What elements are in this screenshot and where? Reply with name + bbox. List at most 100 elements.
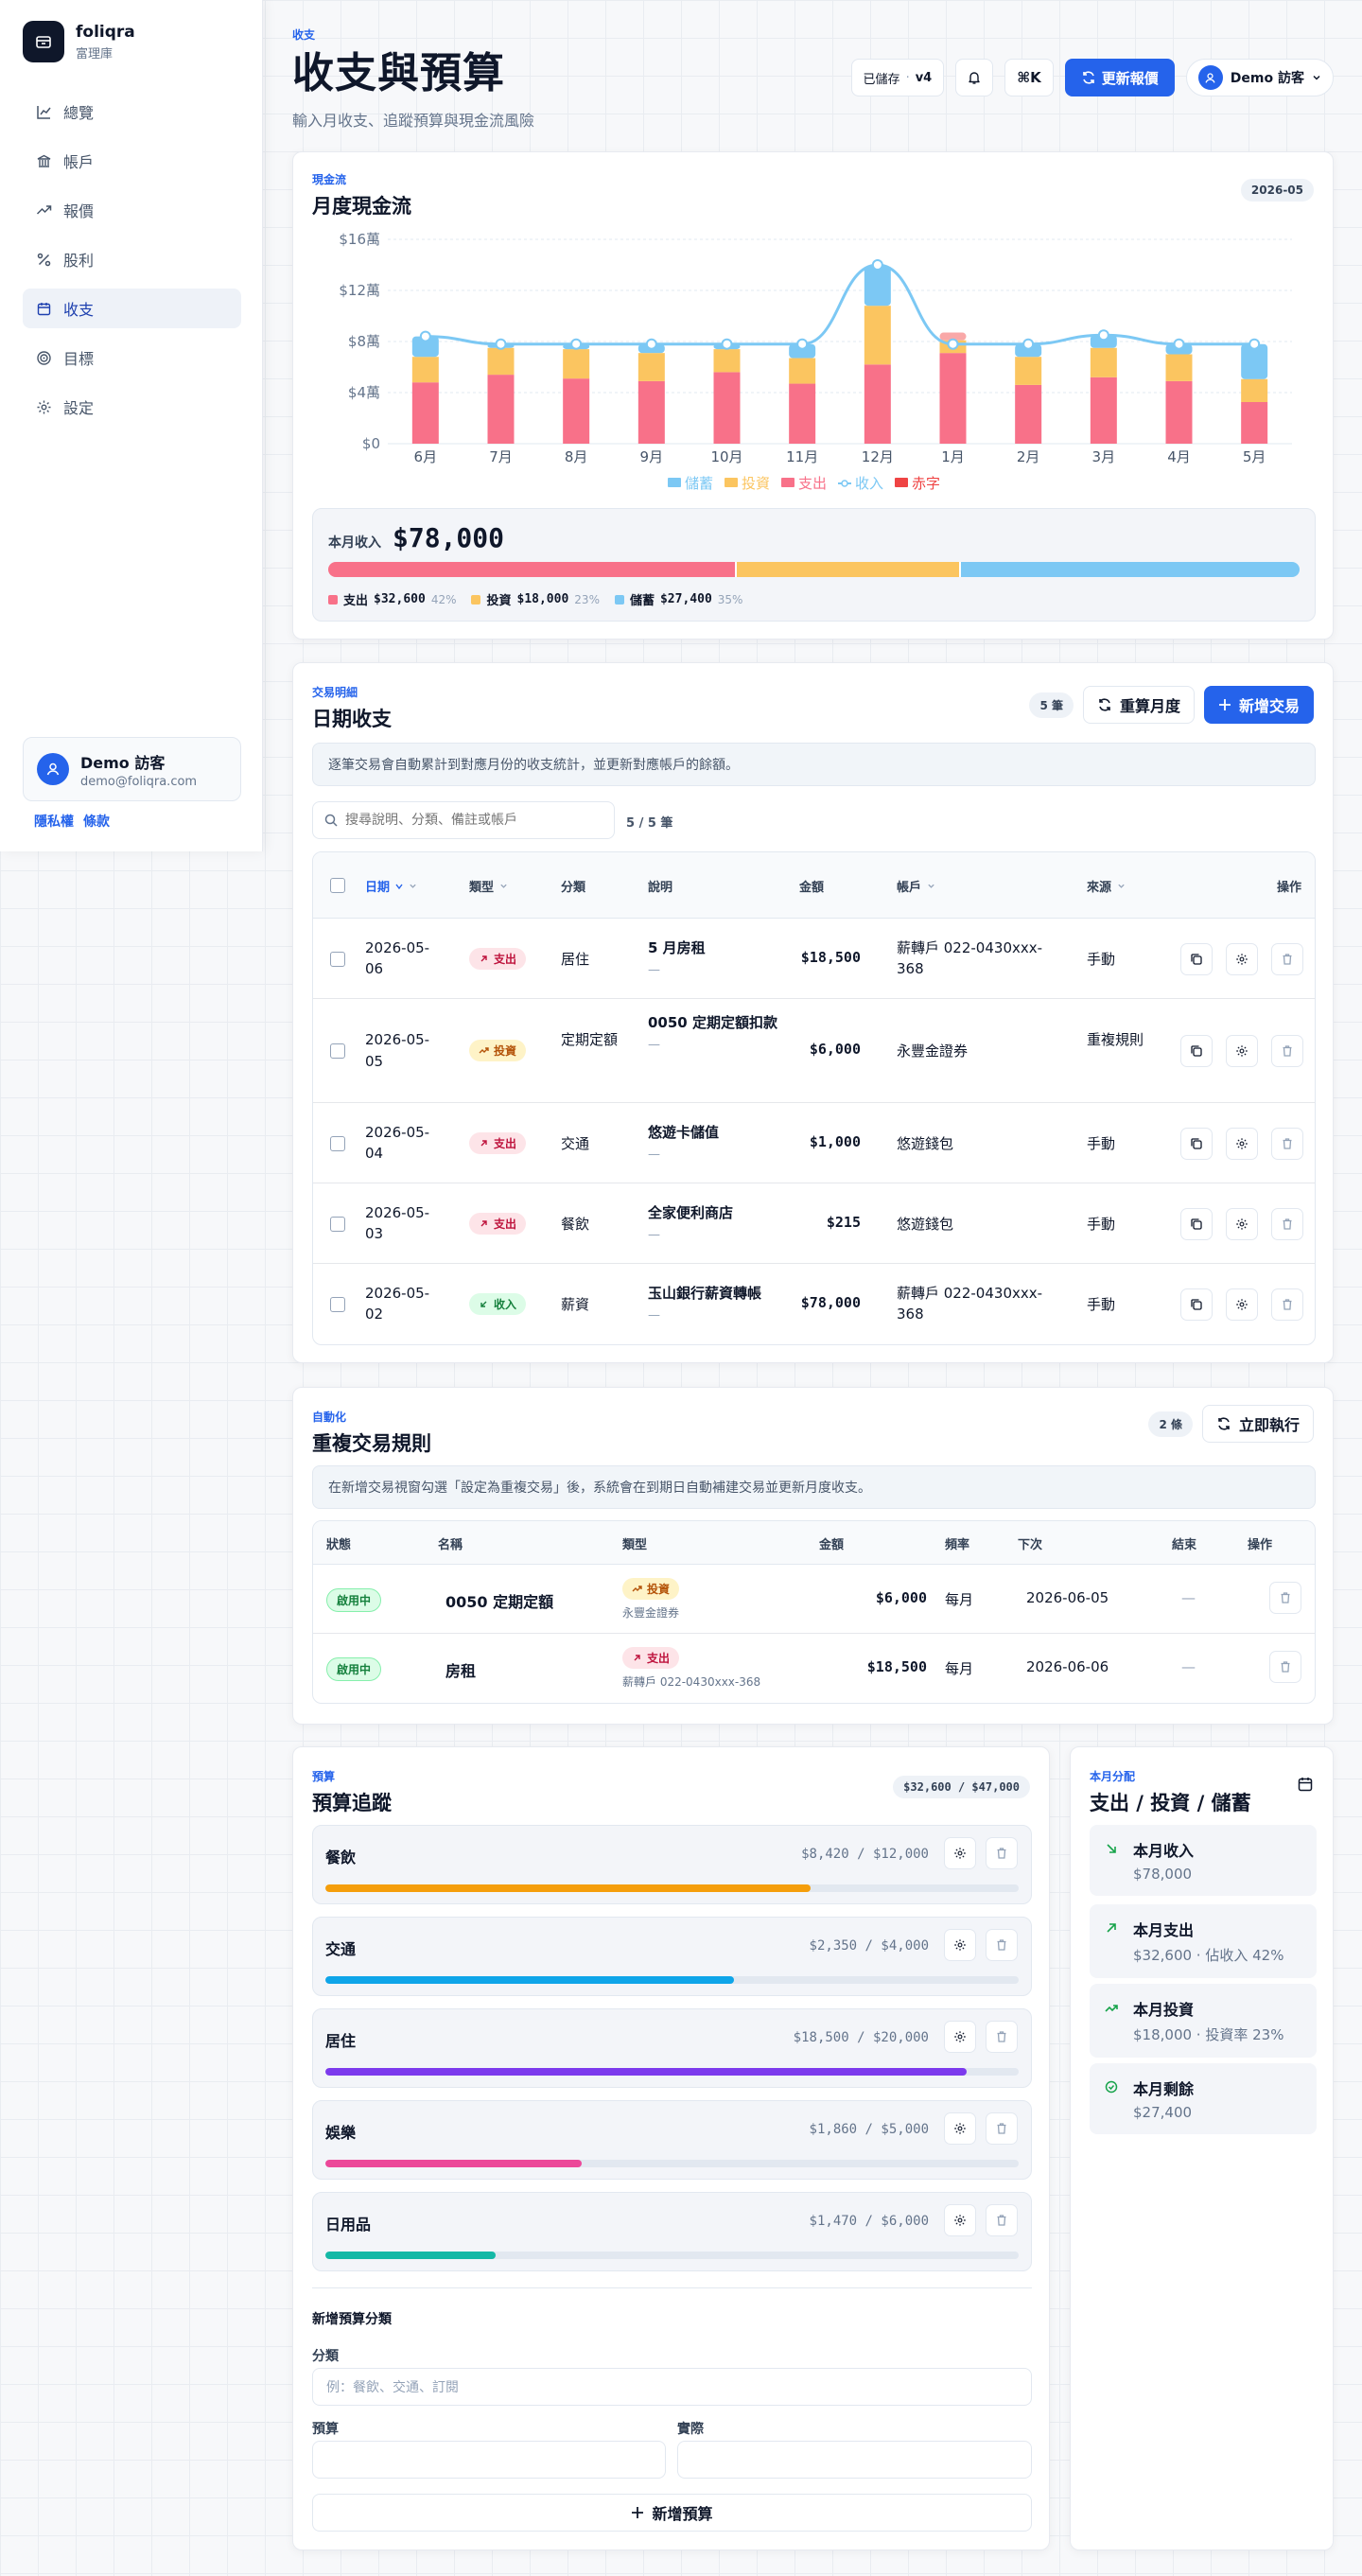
- edit-button[interactable]: [1226, 942, 1258, 975]
- delete-button[interactable]: [1271, 942, 1303, 975]
- x-tick-label: 6月: [414, 448, 438, 465]
- delete-button[interactable]: [1271, 1127, 1303, 1160]
- col-account[interactable]: 帳戶: [897, 877, 935, 895]
- row-checkbox[interactable]: [330, 1135, 345, 1151]
- budget-name: 餐飲: [325, 1849, 357, 1866]
- notifications-button[interactable]: [955, 59, 994, 96]
- delete-budget-button[interactable]: [986, 2204, 1018, 2236]
- run-now-button[interactable]: 立即執行: [1201, 1405, 1314, 1443]
- privacy-link[interactable]: 隱私權: [34, 812, 74, 831]
- add-transaction-button[interactable]: 新增交易: [1203, 686, 1314, 724]
- rules-card: 自動化 重複交易規則 2 條 立即執行 在新增交易視窗勾選「設定為重複交易」後，…: [292, 1387, 1334, 1725]
- x-tick-label: 10月: [710, 448, 742, 465]
- row-desc-title: 玉山銀行薪資轉帳: [648, 1285, 762, 1302]
- type-badge: 支出: [469, 1212, 527, 1235]
- command-palette-button[interactable]: ⌘K: [1004, 59, 1054, 96]
- add-budget-button[interactable]: 新增預算: [312, 2494, 1032, 2532]
- row-source: 手動: [1087, 950, 1116, 968]
- search-input[interactable]: [345, 813, 601, 828]
- budget-limit: $20,000: [872, 2030, 929, 2045]
- plus-icon: [632, 2507, 644, 2518]
- share-swatch: [614, 594, 624, 605]
- user-menu-button[interactable]: Demo 訪客: [1185, 59, 1334, 96]
- delete-rule-button[interactable]: [1269, 1651, 1301, 1683]
- delete-button[interactable]: [1271, 1207, 1303, 1240]
- duplicate-button[interactable]: [1180, 1035, 1213, 1067]
- row-desc: 玉山銀行薪資轉帳 —: [648, 1283, 790, 1323]
- table-row[interactable]: 啟用中 0050 定期定額 投資 永豐金證券 $6,000 每月 2026-06…: [313, 1565, 1315, 1634]
- col-source[interactable]: 來源: [1087, 877, 1126, 895]
- row-checkbox[interactable]: [330, 1216, 345, 1232]
- sidebar-item-0[interactable]: 總覽: [23, 92, 241, 131]
- terms-link[interactable]: 條款: [83, 812, 110, 831]
- delete-button[interactable]: [1271, 1035, 1303, 1067]
- allocation-title: 本月支出: [1133, 1921, 1195, 1939]
- edit-budget-button[interactable]: [944, 2112, 976, 2145]
- delete-button[interactable]: [1271, 1288, 1303, 1321]
- brand[interactable]: foliqra 富理庫: [23, 21, 135, 62]
- edit-button[interactable]: [1226, 1207, 1258, 1240]
- rule-end: —: [1181, 1658, 1196, 1675]
- gear-icon: [37, 400, 51, 413]
- table-row[interactable]: 2026-05-02 收入 薪資 玉山銀行薪資轉帳 — $78,000 薪轉戶 …: [313, 1264, 1315, 1344]
- budget-amount-input[interactable]: [312, 2441, 666, 2479]
- delete-budget-button[interactable]: [986, 1929, 1018, 1961]
- edit-budget-button[interactable]: [944, 2204, 976, 2236]
- row-checkbox[interactable]: [330, 951, 345, 967]
- edit-budget-button[interactable]: [944, 2021, 976, 2053]
- edit-budget-button[interactable]: [944, 1837, 976, 1869]
- share-segment: [328, 562, 737, 577]
- version-label: v4: [915, 70, 933, 85]
- trash-icon: [1283, 1137, 1292, 1149]
- user-avatar-icon: [37, 753, 69, 785]
- duplicate-button[interactable]: [1180, 1207, 1213, 1240]
- col-date[interactable]: 日期: [365, 877, 417, 895]
- share-bar: [328, 562, 1300, 577]
- budget-amount: $1,470 / $6,000: [810, 2214, 929, 2229]
- refresh-quotes-button[interactable]: 更新報價: [1064, 59, 1175, 96]
- search-box[interactable]: [312, 801, 615, 839]
- delete-rule-button[interactable]: [1269, 1582, 1301, 1614]
- delete-budget-button[interactable]: [986, 2021, 1018, 2053]
- allocation-item: 本月收入 $78,000: [1090, 1825, 1317, 1896]
- duplicate-button[interactable]: [1180, 1127, 1213, 1160]
- sidebar-item-5[interactable]: 目標: [23, 338, 241, 377]
- income-point: [570, 338, 583, 350]
- sidebar-item-3[interactable]: 股利: [23, 239, 241, 279]
- table-row[interactable]: 2026-05-03 支出 餐飲 全家便利商店 — $215 悠遊錢包 手動: [313, 1183, 1315, 1264]
- sidebar-item-2[interactable]: 報價: [23, 190, 241, 230]
- edit-button[interactable]: [1226, 1288, 1258, 1321]
- table-row[interactable]: 2026-05-06 支出 居住 5 月房租 — $18,500 薪轉戶 022…: [313, 919, 1315, 999]
- select-all-checkbox[interactable]: [330, 878, 345, 893]
- table-row[interactable]: 2026-05-05 投資 定期定額 0050 定期定額扣款 — $6,000 …: [313, 999, 1315, 1103]
- row-category: 薪資: [561, 1295, 590, 1313]
- row-checkbox[interactable]: [330, 1296, 345, 1312]
- edit-button[interactable]: [1226, 1127, 1258, 1160]
- table-row[interactable]: 2026-05-04 支出 交通 悠遊卡儲值 — $1,000 悠遊錢包 手動: [313, 1103, 1315, 1183]
- sidebar-item-4[interactable]: 收支: [23, 289, 241, 328]
- user-card[interactable]: Demo 訪客 demo@foliqra.com: [23, 737, 241, 801]
- sidebar-item-6[interactable]: 設定: [23, 387, 241, 427]
- type-badge: 投資: [469, 1040, 527, 1061]
- row-checkbox[interactable]: [330, 1043, 345, 1059]
- budget-item: 居住 $18,500 / $20,000: [312, 2008, 1032, 2088]
- col-type[interactable]: 類型: [469, 877, 508, 895]
- recalc-button[interactable]: 重算月度: [1082, 686, 1195, 724]
- sidebar-item-1[interactable]: 帳戶: [23, 141, 241, 181]
- duplicate-button[interactable]: [1180, 1288, 1213, 1321]
- row-source: 重複規則: [1087, 1031, 1144, 1048]
- edit-budget-button[interactable]: [944, 1929, 976, 1961]
- budget-sep: /: [857, 1847, 865, 1862]
- user-menu-avatar-icon: [1197, 65, 1223, 90]
- bar-expense: [563, 378, 590, 444]
- search-icon: [324, 814, 338, 827]
- delete-budget-button[interactable]: [986, 2112, 1018, 2145]
- actual-amount-input[interactable]: [677, 2441, 1032, 2479]
- rule-col-type: 類型: [622, 1538, 648, 1552]
- category-input[interactable]: 例：餐飲、交通、訂閱: [312, 2368, 1032, 2406]
- delete-budget-button[interactable]: [986, 1837, 1018, 1869]
- income-point: [1173, 338, 1185, 350]
- duplicate-button[interactable]: [1180, 942, 1213, 975]
- table-row[interactable]: 啟用中 房租 支出 薪轉戶 022-0430xxx-368 $18,500 每月…: [313, 1634, 1315, 1703]
- edit-button[interactable]: [1226, 1035, 1258, 1067]
